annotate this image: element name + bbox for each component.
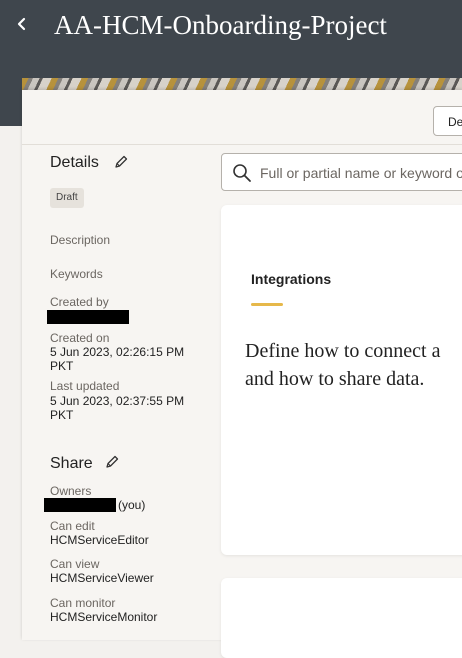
- toolbar-divider: [22, 144, 462, 145]
- can-monitor-label: Can monitor: [50, 596, 116, 610]
- status-badge: Draft: [50, 188, 84, 208]
- can-edit-label: Can edit: [50, 519, 95, 533]
- back-button[interactable]: [12, 10, 32, 38]
- created-on-label: Created on: [50, 331, 110, 345]
- last-updated-label: Last updated: [50, 379, 120, 393]
- can-view-value: HCMServiceViewer: [50, 571, 154, 585]
- created-on-value: 5 Jun 2023, 02:26:15 PM: [50, 345, 185, 359]
- redacted-owner: [44, 498, 116, 512]
- card-description-line1: Define how to connect a: [245, 340, 441, 362]
- next-card[interactable]: [221, 578, 462, 658]
- toolbar-button[interactable]: De: [433, 106, 462, 136]
- last-updated-timezone: PKT: [50, 408, 74, 422]
- integrations-card[interactable]: Integrations Define how to connect a and…: [221, 205, 462, 555]
- card-accent-underline: [251, 303, 283, 306]
- redacted-created-by: [47, 310, 129, 324]
- pencil-icon[interactable]: [104, 454, 120, 470]
- search-icon: [233, 164, 251, 182]
- card-description-line2: and how to share data.: [245, 368, 425, 390]
- search-input[interactable]: Full or partial name or keyword o: [221, 153, 462, 191]
- share-title: Share: [50, 455, 93, 472]
- decorative-banner: [22, 78, 462, 90]
- keywords-label: Keywords: [50, 267, 103, 281]
- details-title: Details: [50, 154, 99, 171]
- owner-you-suffix: (you): [118, 498, 146, 512]
- owners-label: Owners: [50, 484, 92, 498]
- search-placeholder: Full or partial name or keyword o: [260, 165, 462, 181]
- card-heading: Integrations: [251, 271, 332, 287]
- description-label: Description: [50, 233, 111, 247]
- can-monitor-value: HCMServiceMonitor: [50, 610, 158, 624]
- last-updated-value: 5 Jun 2023, 02:37:55 PM: [50, 394, 185, 408]
- page-title: AA-HCM-Onboarding-Project: [54, 10, 387, 40]
- created-by-label: Created by: [50, 295, 109, 309]
- can-edit-value: HCMServiceEditor: [50, 533, 149, 547]
- created-on-timezone: PKT: [50, 359, 74, 373]
- pencil-icon[interactable]: [113, 154, 129, 170]
- chevron-left-icon: [17, 17, 26, 31]
- can-view-label: Can view: [50, 557, 100, 571]
